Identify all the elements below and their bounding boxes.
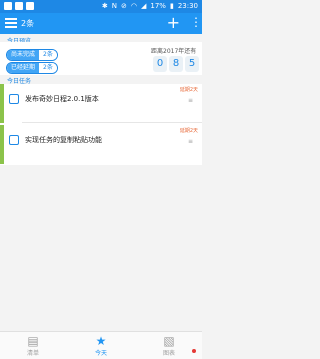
nfc-icon: N [111, 2, 118, 10]
task-title: 发布奇妙日程2.0.1版本 [25, 95, 99, 103]
menu-icon[interactable] [5, 18, 17, 29]
battery-percent: 17% [150, 2, 166, 10]
nav-tab-label: 图表 [162, 350, 175, 357]
nav-tab-today[interactable]: ★ 今天 [76, 334, 126, 358]
delayed-stat-label: 已经延期 [7, 63, 40, 73]
task-checkbox[interactable] [9, 94, 19, 104]
countdown-digit: 5 [185, 56, 199, 72]
status-bar: ✱ N ⊘ ◠ ◢ 17% ▮ 23:30 [0, 0, 202, 13]
app-notification-icon [15, 2, 23, 10]
wifi-icon: ◠ [130, 2, 137, 10]
star-icon: ★ [95, 334, 107, 348]
app-bar: 2条 + ⋮ [0, 13, 202, 34]
task-list: 发布奇妙日程2.0.1版本 延期2天 ≡ 实现任务的复制粘贴功能 延期2天 ≡ [0, 84, 202, 165]
silent-icon: ⊘ [121, 2, 127, 10]
countdown-digit: 0 [153, 56, 167, 72]
nav-tab-chart[interactable]: ▧ 图表 [144, 334, 194, 358]
download-icon [26, 2, 34, 10]
phone-icon [4, 2, 12, 10]
battery-icon: ▮ [169, 2, 174, 10]
task-count-title: 2条 [21, 19, 35, 28]
task-marker [0, 84, 4, 123]
overview-panel: 尚未完成 2条 已经延期 2条 距离2017年还有 0 8 5 [0, 42, 202, 75]
task-checkbox[interactable] [9, 135, 19, 145]
task-item[interactable]: 实现任务的复制粘贴功能 延期2天 ≡ [0, 125, 202, 164]
overflow-menu-icon[interactable]: ⋮ [190, 15, 202, 29]
notification-dot [192, 349, 196, 353]
task-note-icon: ≡ [187, 97, 193, 104]
task-delay-label: 延期2天 [179, 87, 198, 93]
countdown-digit: 8 [169, 56, 183, 72]
task-item[interactable]: 发布奇妙日程2.0.1版本 延期2天 ≡ [0, 84, 202, 123]
bluetooth-icon: ✱ [101, 2, 108, 10]
signal-icon: ◢ [141, 2, 147, 10]
task-delay-label: 延期2天 [179, 128, 198, 134]
task-note-icon: ≡ [187, 138, 193, 145]
add-task-button[interactable]: + [167, 14, 180, 32]
chart-icon: ▧ [163, 334, 175, 348]
unfinished-stat-count: 2条 [39, 50, 57, 60]
nav-tab-label: 清单 [26, 350, 39, 357]
bottom-navigation: ▤ 清单 ★ 今天 ▧ 图表 [0, 331, 202, 359]
delayed-stat-count: 2条 [39, 63, 57, 73]
status-icons-left [4, 2, 34, 10]
task-marker [0, 125, 4, 164]
unfinished-stat-label: 尚未完成 [7, 50, 40, 60]
unfinished-stat[interactable]: 尚未完成 2条 [6, 49, 58, 61]
list-icon: ▤ [27, 334, 39, 348]
task-title: 实现任务的复制粘贴功能 [25, 136, 102, 144]
countdown-label: 距离2017年还有 [151, 48, 197, 55]
status-icons-right: ✱ N ⊘ ◠ ◢ 17% ▮ 23:30 [102, 2, 198, 10]
divider [22, 122, 202, 123]
clock: 23:30 [177, 2, 198, 10]
nav-tab-list[interactable]: ▤ 清单 [8, 334, 58, 358]
delayed-stat[interactable]: 已经延期 2条 [6, 62, 58, 74]
nav-tab-label: 今天 [94, 350, 107, 357]
